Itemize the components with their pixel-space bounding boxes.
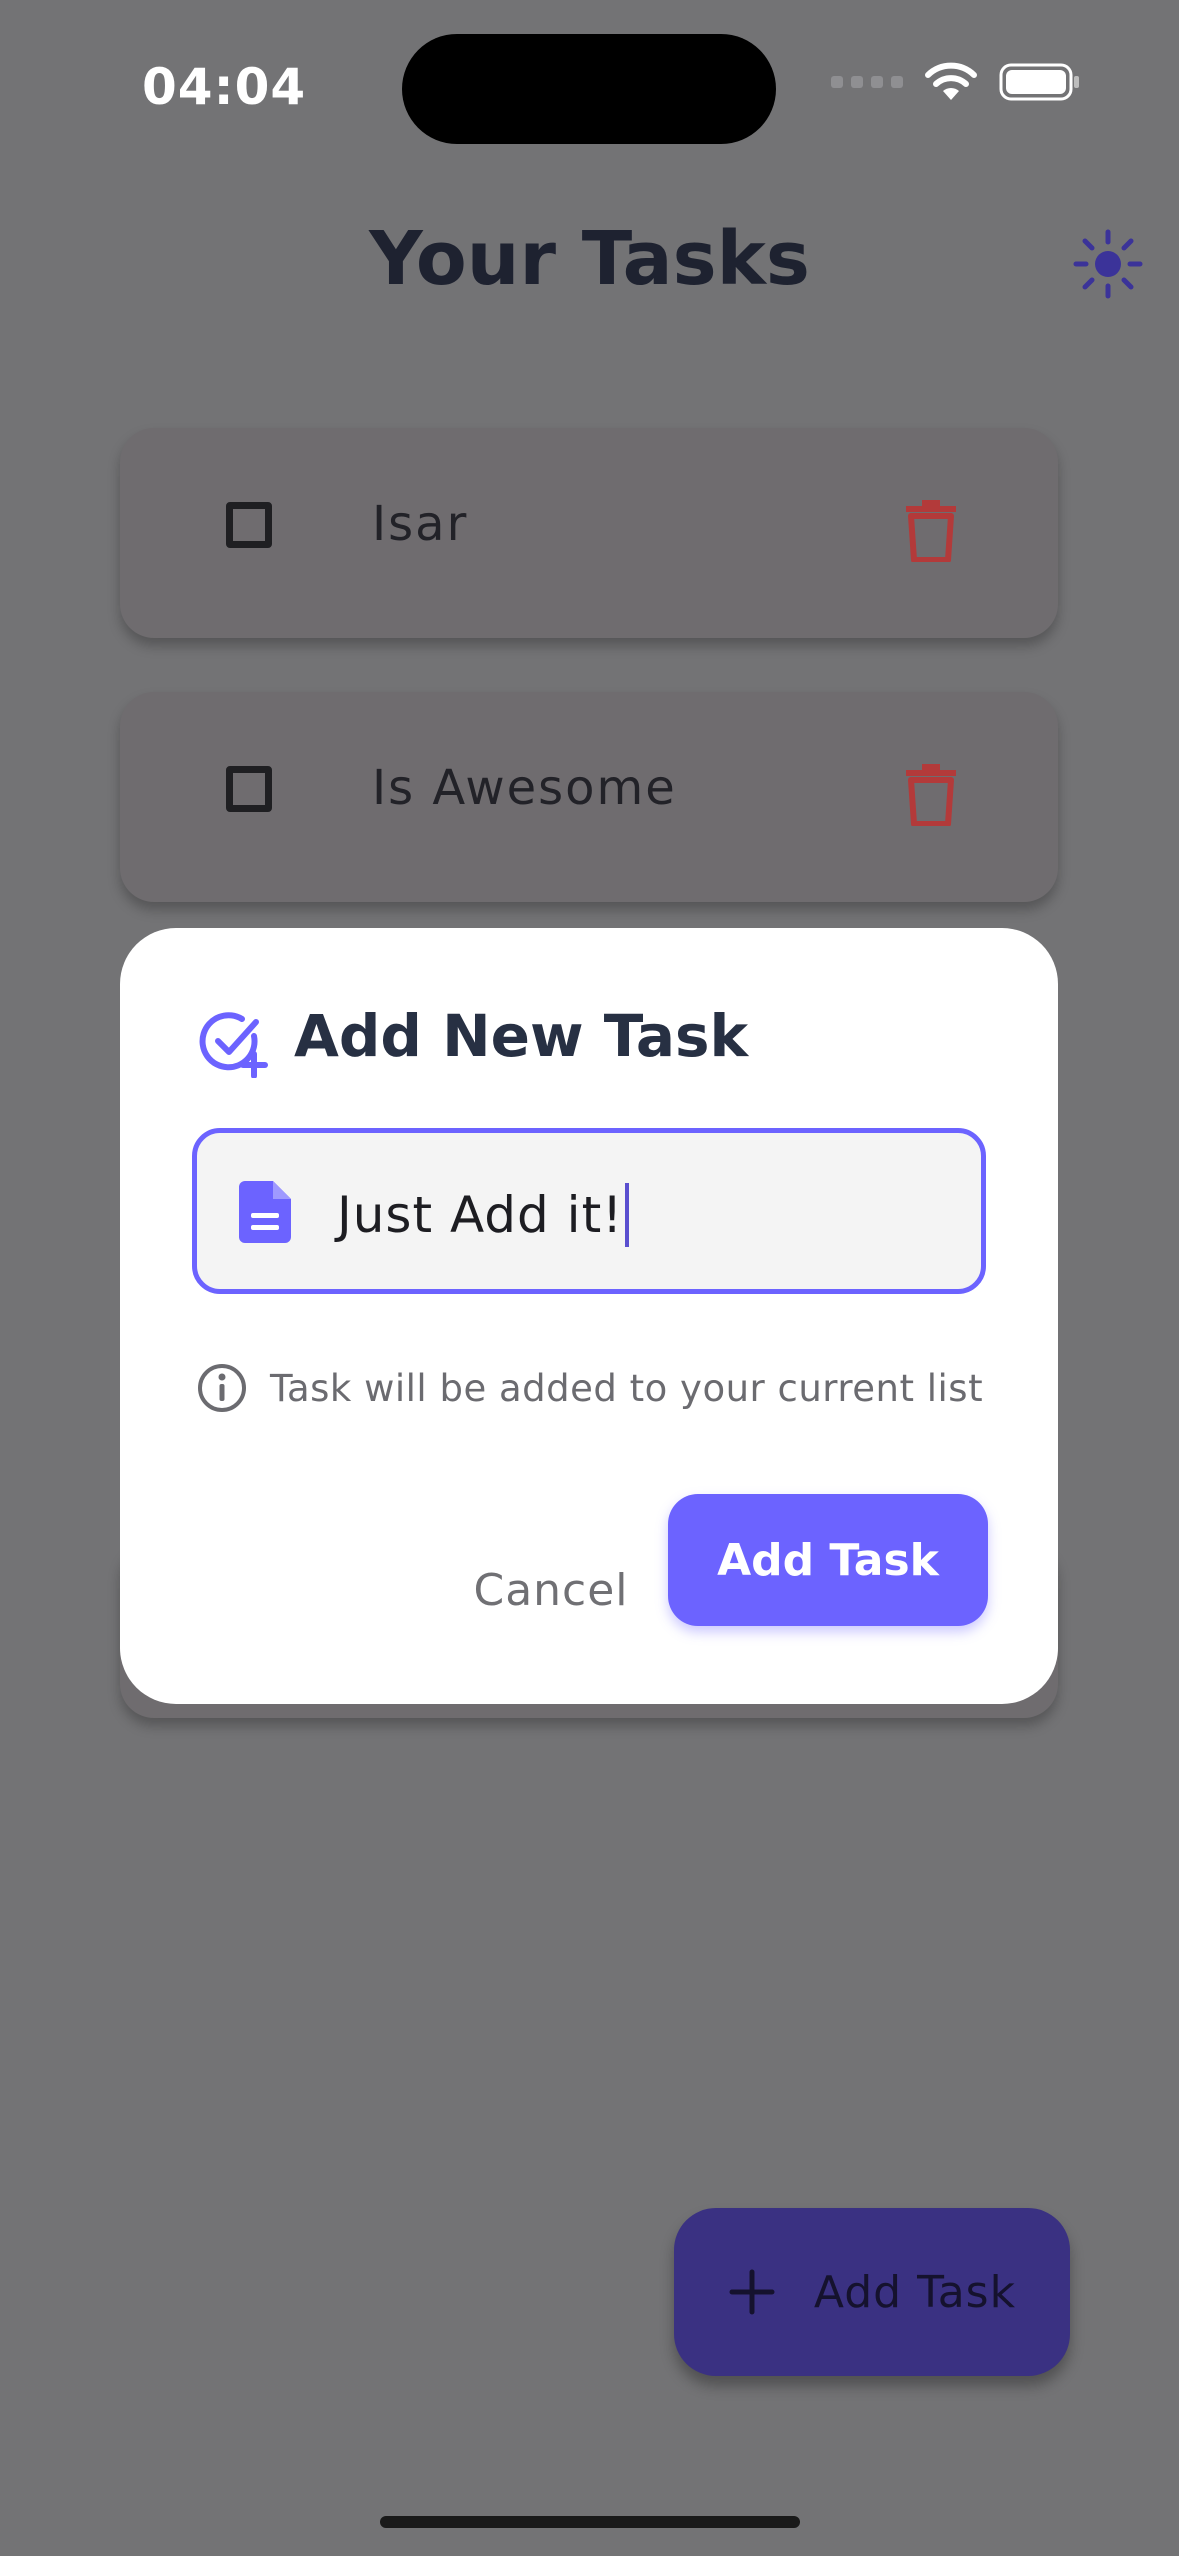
- task-input-value: Just Add it!: [337, 1186, 624, 1244]
- page-title: Your Tasks: [369, 216, 810, 302]
- info-row: Task will be added to your current list: [196, 1362, 983, 1414]
- battery-icon: [999, 63, 1079, 101]
- task-checkbox[interactable]: [226, 502, 272, 548]
- task-label: Is Awesome: [372, 760, 677, 816]
- fab-label: Add Task: [813, 2266, 1017, 2318]
- task-input-field[interactable]: Just Add it!: [192, 1128, 986, 1294]
- info-icon: [198, 1364, 246, 1412]
- plus-icon: [729, 2269, 775, 2315]
- dynamic-island: [402, 34, 776, 144]
- add-task-dialog: Add New Task Just Add it! Task will be a…: [120, 928, 1058, 1704]
- task-card[interactable]: Isar: [120, 428, 1058, 638]
- cancel-button[interactable]: Cancel: [436, 1524, 666, 1656]
- status-time: 04:04: [142, 58, 307, 116]
- task-label: Isar: [372, 496, 469, 552]
- task-input[interactable]: Just Add it!: [337, 1183, 630, 1247]
- wifi-icon: [925, 62, 977, 100]
- task-card[interactable]: Is Awesome: [120, 692, 1058, 902]
- add-task-icon: [199, 1012, 268, 1078]
- text-caret: [625, 1183, 630, 1247]
- delete-icon[interactable]: [902, 762, 960, 826]
- add-task-fab[interactable]: Add Task: [674, 2208, 1070, 2376]
- cellular-signal-icon: [831, 76, 903, 88]
- sun-icon: [1073, 229, 1143, 299]
- document-icon: [239, 1181, 291, 1243]
- add-task-button[interactable]: Add Task: [668, 1494, 988, 1626]
- task-checkbox[interactable]: [226, 766, 272, 812]
- home-indicator: [380, 2516, 800, 2528]
- delete-icon[interactable]: [902, 498, 960, 562]
- info-text: Task will be added to your current list: [270, 1366, 984, 1410]
- theme-toggle-button[interactable]: [1068, 224, 1148, 304]
- dialog-title: Add New Task: [294, 1002, 749, 1070]
- status-icons: [831, 62, 1081, 102]
